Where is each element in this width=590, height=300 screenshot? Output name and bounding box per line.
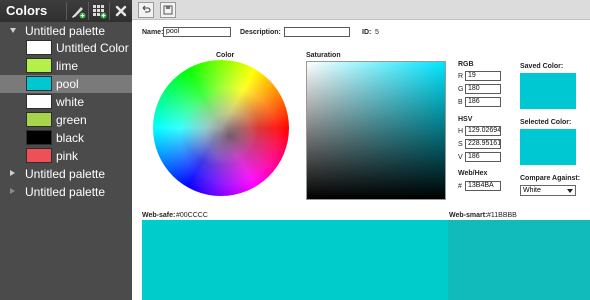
h-label: H — [458, 128, 464, 135]
brush-add-icon — [72, 7, 86, 19]
g-label: G — [458, 86, 464, 93]
color-swatch — [26, 130, 52, 145]
sidebar-header: Colors — [0, 0, 132, 22]
add-color-button[interactable] — [68, 2, 88, 20]
toolbar-divider — [109, 2, 110, 20]
compare-value: White — [523, 187, 541, 194]
close-icon — [115, 5, 127, 17]
toolbar-divider — [66, 2, 67, 20]
color-item-untitled[interactable]: Untitled Color — [0, 39, 132, 57]
v-input[interactable]: 186 — [465, 152, 501, 162]
color-item-pink[interactable]: pink — [0, 147, 132, 165]
palette-row[interactable]: Untitled palette — [0, 183, 132, 201]
websmart-color-preview[interactable] — [448, 220, 590, 300]
color-name: green — [56, 113, 87, 127]
add-palette-button[interactable] — [89, 2, 109, 20]
saturation-picker[interactable] — [306, 61, 446, 200]
color-name: Untitled Color — [56, 41, 129, 55]
g-input[interactable]: 180 — [465, 84, 501, 94]
color-item-lime[interactable]: lime — [0, 57, 132, 75]
color-swatch — [26, 58, 52, 73]
s-input[interactable]: 228.951612 — [465, 139, 501, 149]
sidebar-title: Colors — [6, 3, 48, 18]
selected-color-swatch — [520, 129, 576, 165]
color-item-white[interactable]: white — [0, 93, 132, 111]
rgb-label: RGB — [458, 61, 474, 68]
grid-add-icon — [93, 5, 107, 19]
b-input[interactable]: 186 — [465, 97, 501, 107]
hash-label: # — [458, 183, 462, 190]
saturation-label: Saturation — [306, 52, 341, 59]
saved-color-label: Saved Color: — [520, 63, 564, 70]
collapse-arrow-icon[interactable] — [10, 188, 15, 194]
color-swatch — [26, 40, 52, 55]
id-value: 5 — [375, 29, 379, 36]
undo-button[interactable] — [138, 2, 154, 18]
undo-icon — [142, 5, 151, 13]
color-item-green[interactable]: green — [0, 111, 132, 129]
color-swatch — [26, 76, 52, 91]
expand-arrow-icon[interactable] — [10, 28, 16, 33]
color-swatch — [26, 94, 52, 109]
palette-row[interactable]: Untitled palette — [0, 165, 132, 183]
saved-color-swatch — [520, 73, 576, 109]
color-name: pink — [56, 149, 79, 163]
color-wheel-label: Color — [216, 52, 235, 59]
compare-against-select[interactable]: White — [520, 185, 576, 196]
color-name: pool — [56, 77, 79, 91]
websafe-color-preview[interactable] — [142, 220, 448, 300]
color-swatch — [26, 112, 52, 127]
name-label: Name: — [142, 29, 164, 36]
r-label: R — [458, 73, 464, 80]
hex-input[interactable]: 13B4BA — [465, 181, 501, 191]
id-label: ID: — [362, 29, 372, 36]
websafe-label: Web-safe: — [142, 212, 176, 219]
description-input[interactable] — [284, 27, 350, 37]
hsv-label: HSV — [458, 116, 473, 123]
color-name: lime — [56, 59, 79, 73]
color-item-black[interactable]: black — [0, 129, 132, 147]
palette-name: Untitled palette — [25, 24, 106, 38]
websafe-value: #00CCCC — [176, 212, 208, 219]
color-swatch — [26, 148, 52, 163]
color-editor: Name: pool Description: ID: 5 Color Satu… — [132, 0, 590, 300]
color-name: black — [56, 131, 85, 145]
color-item-pool[interactable]: pool — [0, 75, 132, 93]
save-icon — [163, 5, 173, 15]
description-label: Description: — [240, 29, 281, 36]
palette-row[interactable]: Untitled palette — [0, 22, 132, 40]
name-input[interactable]: pool — [163, 27, 231, 37]
delete-button[interactable] — [111, 2, 131, 20]
palette-name: Untitled palette — [25, 185, 106, 199]
color-wheel-shade — [153, 60, 289, 196]
v-label: V — [458, 154, 463, 161]
b-label: B — [458, 99, 463, 106]
websmart-label: Web-smart: — [449, 212, 488, 219]
s-label: S — [458, 141, 463, 148]
r-input[interactable]: 19 — [465, 71, 501, 81]
color-name: white — [56, 95, 85, 109]
palette-name: Untitled palette — [25, 167, 106, 181]
palette-sidebar: Colors Untitled palette Untitled Color l… — [0, 0, 132, 300]
chevron-down-icon — [567, 189, 573, 193]
save-button[interactable] — [160, 2, 176, 18]
webhex-label: Web/Hex — [458, 170, 488, 177]
websmart-value: #11BBBB — [487, 212, 517, 219]
selected-color-label: Selected Color: — [520, 119, 572, 126]
compare-label: Compare Against: — [520, 175, 581, 182]
editor-toolbar — [132, 0, 590, 20]
collapse-arrow-icon[interactable] — [10, 170, 15, 176]
h-input[interactable]: 129.026946 — [465, 126, 501, 136]
